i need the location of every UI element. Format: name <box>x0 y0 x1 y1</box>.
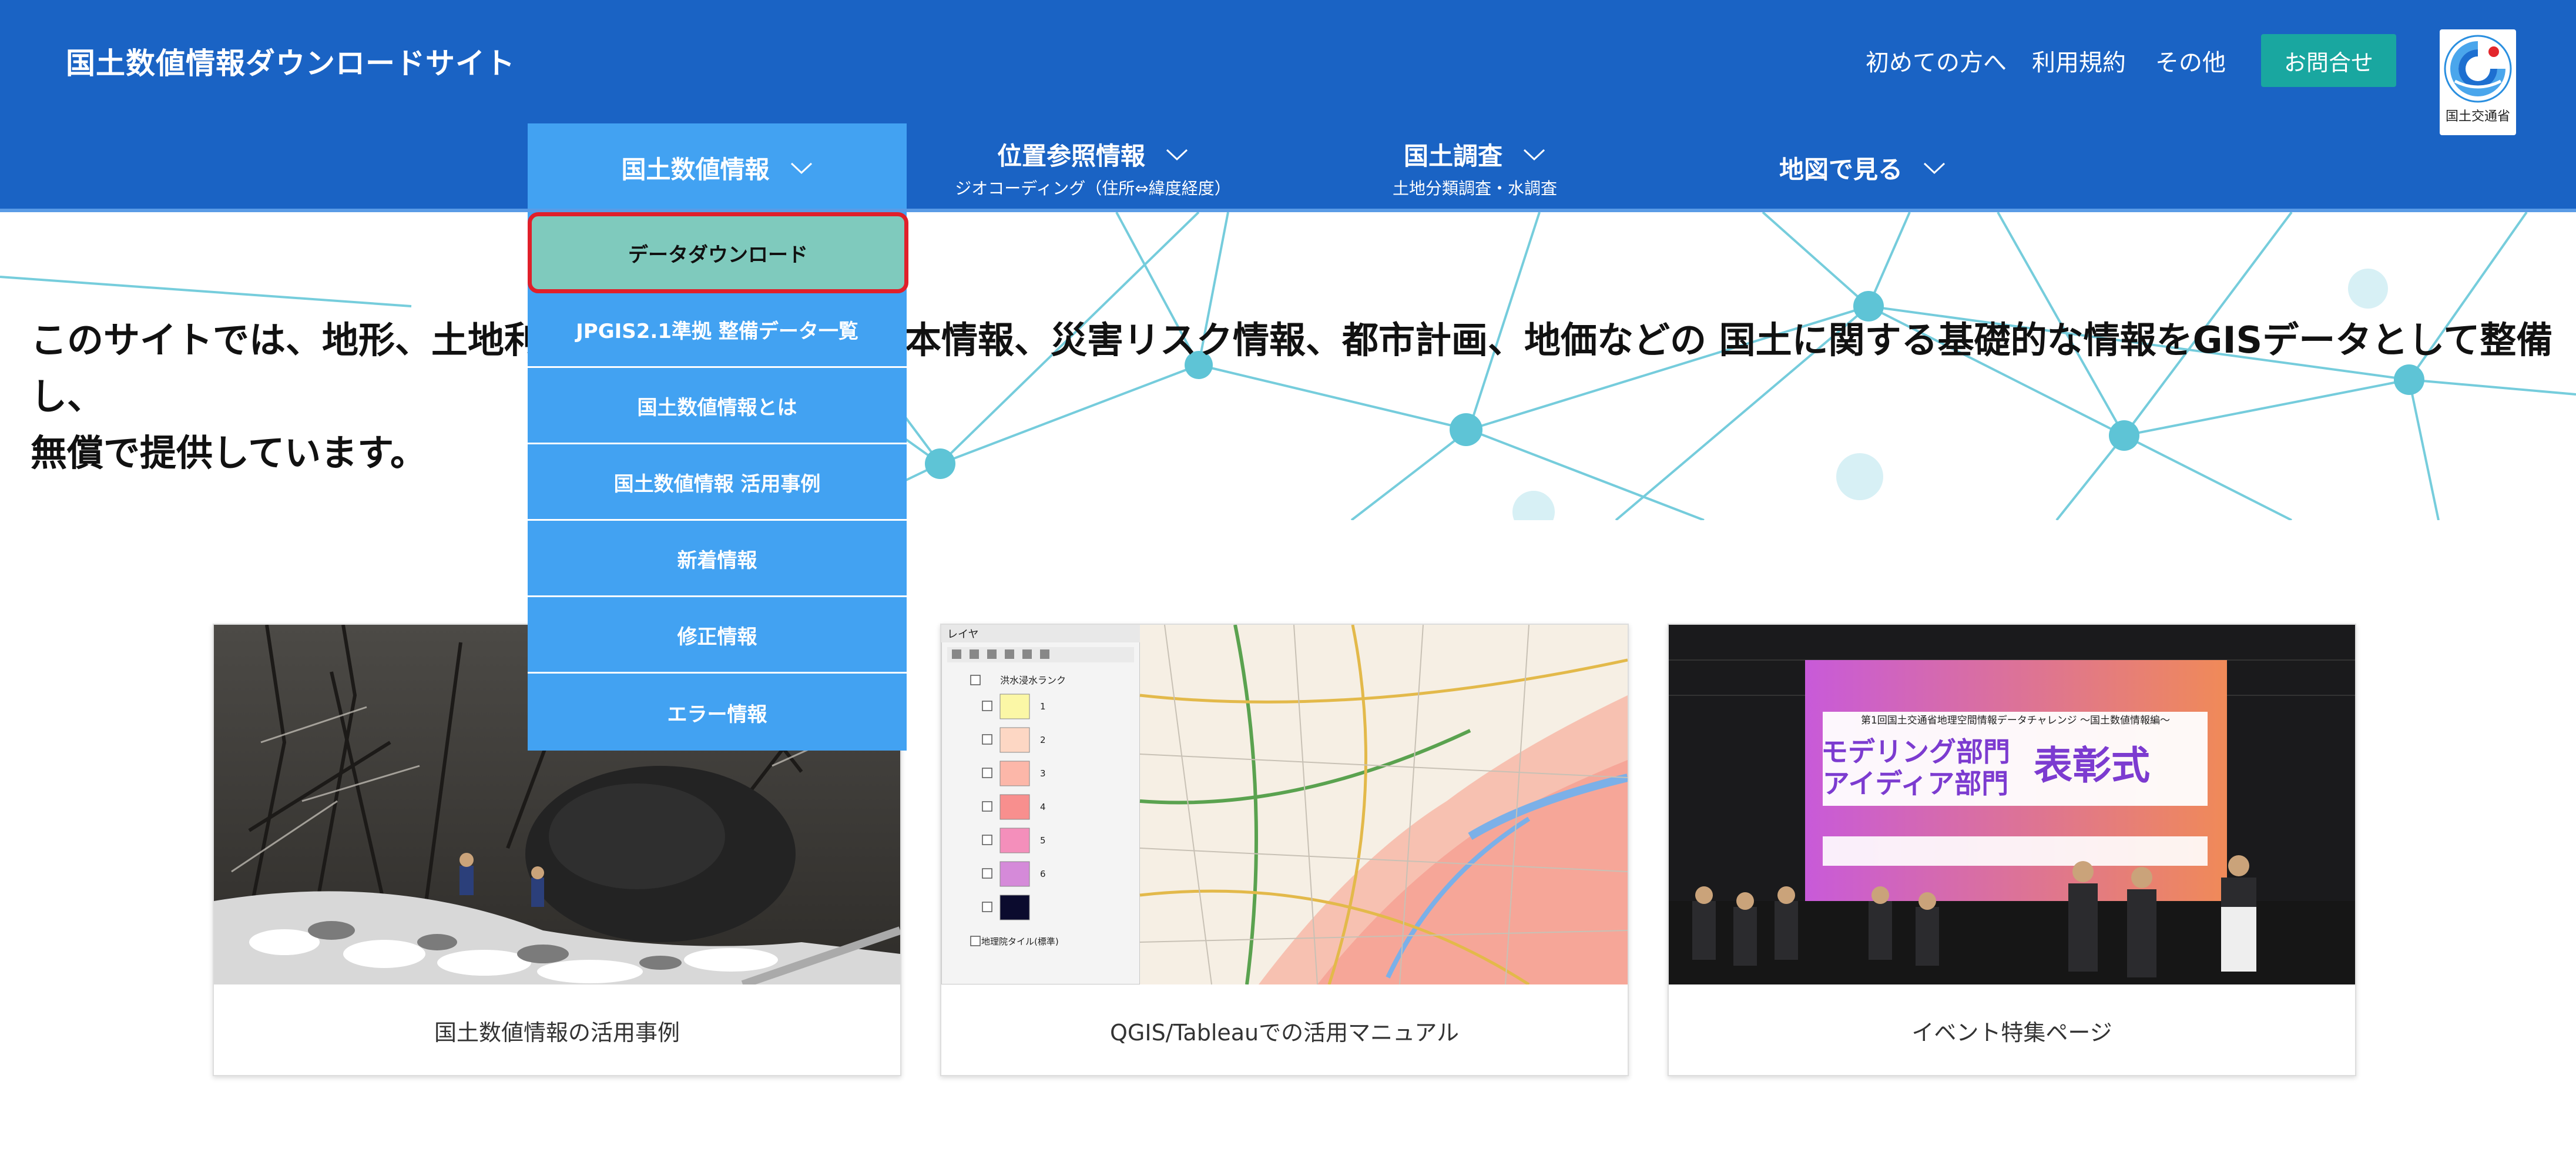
legend-swatch <box>999 794 1030 820</box>
legend-label: 2 <box>1040 735 1046 745</box>
menu-item-about[interactable]: 国土数値情報とは <box>528 369 907 444</box>
terms-link[interactable]: 利用規約 <box>2032 43 2126 78</box>
site-title[interactable]: 国土数値情報ダウンロードサイト <box>66 40 515 82</box>
first-time-link[interactable]: 初めての方へ <box>1866 43 2007 78</box>
legend-swatch <box>999 761 1030 786</box>
legend-checkbox <box>982 734 992 745</box>
card-3-label: イベント特集ページ <box>1911 1019 2112 1046</box>
menu-item-katsuyo-jirei[interactable]: 国土数値情報 活用事例 <box>528 446 907 521</box>
legend-checkbox <box>982 835 992 845</box>
nav-kokudo-suuchi[interactable]: 国土数値情報 <box>528 123 907 212</box>
hero-text-line-2: 無償で提供しています。 <box>31 431 427 474</box>
chevron-down-icon <box>1923 162 1946 174</box>
legend-checkbox <box>982 701 992 711</box>
card-3-image: 第1回国土交通省地理空間情報データチャレンジ ～国土数値情報編～ モデリング部門… <box>1669 625 2355 984</box>
legend-label: 1 <box>1040 701 1046 712</box>
nav-ichi-sub: ジオコーディング（住所⇔緯度経度） <box>955 179 1231 198</box>
legend-swatch <box>999 895 1030 920</box>
legend-label: 3 <box>1040 768 1046 779</box>
nav-chousa-label: 国土調査 <box>1403 142 1502 170</box>
qgis-map-screenshot: レイヤ 洪水浸水ランク 1 2 3 4 5 6 地理院タイル(標準) <box>941 625 1628 984</box>
mlit-logo[interactable]: 国土交通省 <box>2440 29 2516 135</box>
legend-swatch <box>999 694 1030 719</box>
kokudo-dropdown-menu: データダウンロード JPGIS2.1準拠 整備データ一覧 国土数値情報とは 国土… <box>528 212 908 751</box>
banner-main-1: モデリング部門 <box>1821 736 2010 768</box>
card-2-image: レイヤ 洪水浸水ランク 1 2 3 4 5 6 地理院タイル(標準) <box>941 625 1628 984</box>
other-link[interactable]: その他 <box>2155 43 2226 78</box>
legend-checkbox <box>982 902 992 912</box>
qgis-group-label: 洪水浸水ランク <box>1000 675 1066 686</box>
legend-checkbox <box>982 801 992 812</box>
menu-item-corrections[interactable]: 修正情報 <box>528 598 907 674</box>
card-2-label: QGIS/Tableauでの活用マニュアル <box>1110 1019 1459 1046</box>
banner-main-3: 表彰式 <box>2034 743 2150 788</box>
legend-swatch <box>999 828 1030 853</box>
legend-label: 6 <box>1040 869 1046 879</box>
menu-item-news[interactable]: 新着情報 <box>528 522 907 597</box>
nav-ichi-label: 位置参照情報 <box>997 142 1145 170</box>
hero-text-line-1: このサイトでは、地形、土地利用、公共施設などの基本情報、災害リスク情報、都市計画… <box>31 319 2553 418</box>
chevron-down-icon <box>1523 149 1545 160</box>
mlit-emblem-icon <box>2444 35 2512 103</box>
chevron-down-icon <box>790 162 812 174</box>
site-header: 国土数値情報ダウンロードサイト 初めての方へ 利用規約 その他 お問合せ 国土交… <box>0 0 2576 212</box>
nav-kokudo-label: 国土数値情報 <box>621 155 770 184</box>
logo-text: 国土交通省 <box>2445 109 2510 124</box>
banner-title: 第1回国土交通省地理空間情報データチャレンジ ～国土数値情報編～ <box>1861 714 2170 726</box>
menu-item-errors[interactable]: エラー情報 <box>528 675 907 750</box>
legend-checkbox <box>982 768 992 778</box>
chevron-down-icon <box>1166 149 1188 160</box>
qgis-tile-label: 地理院タイル(標準) <box>981 936 1059 947</box>
legend-swatch <box>999 727 1030 753</box>
nav-kokudo-chousa[interactable]: 国土調査 土地分類調査・水調査 <box>1351 123 1598 212</box>
menu-item-jpgis-list[interactable]: JPGIS2.1準拠 整備データ一覧 <box>528 293 907 368</box>
hero-description: このサイトでは、地形、土地利用、公共施設などの基本情報、災害リスク情報、都市計画… <box>31 312 2557 481</box>
card-event-page[interactable]: 第1回国土交通省地理空間情報データチャレンジ ～国土数値情報編～ モデリング部門… <box>1668 624 2356 1076</box>
nav-chousa-sub: 土地分類調査・水調査 <box>1392 179 1557 198</box>
legend-label: 5 <box>1040 835 1046 846</box>
nav-map-label: 地図で見る <box>1779 155 1903 184</box>
legend-label: 4 <box>1040 802 1046 812</box>
card-qgis-manual[interactable]: レイヤ 洪水浸水ランク 1 2 3 4 5 6 地理院タイル(標準) QGIS/Table… <box>940 624 1629 1076</box>
award-ceremony-photo: 第1回国土交通省地理空間情報データチャレンジ ～国土数値情報編～ モデリング部門… <box>1669 625 2355 984</box>
card-1-label: 国土数値情報の活用事例 <box>434 1019 680 1046</box>
nav-chizu[interactable]: 地図で見る <box>1739 123 1986 212</box>
nav-ichi-sansho[interactable]: 位置参照情報 ジオコーディング（住所⇔緯度経度） <box>940 123 1246 212</box>
banner-main-2: アイディア部門 <box>1823 768 2008 799</box>
hero-section: このサイトでは、地形、土地利用、公共施設などの基本情報、災害リスク情報、都市計画… <box>0 212 2576 520</box>
menu-item-data-download[interactable]: データダウンロード <box>528 212 908 293</box>
qgis-panel-title: レイヤ <box>947 628 978 641</box>
legend-checkbox <box>982 868 992 879</box>
contact-button[interactable]: お問合せ <box>2261 34 2396 87</box>
legend-swatch <box>999 861 1030 887</box>
